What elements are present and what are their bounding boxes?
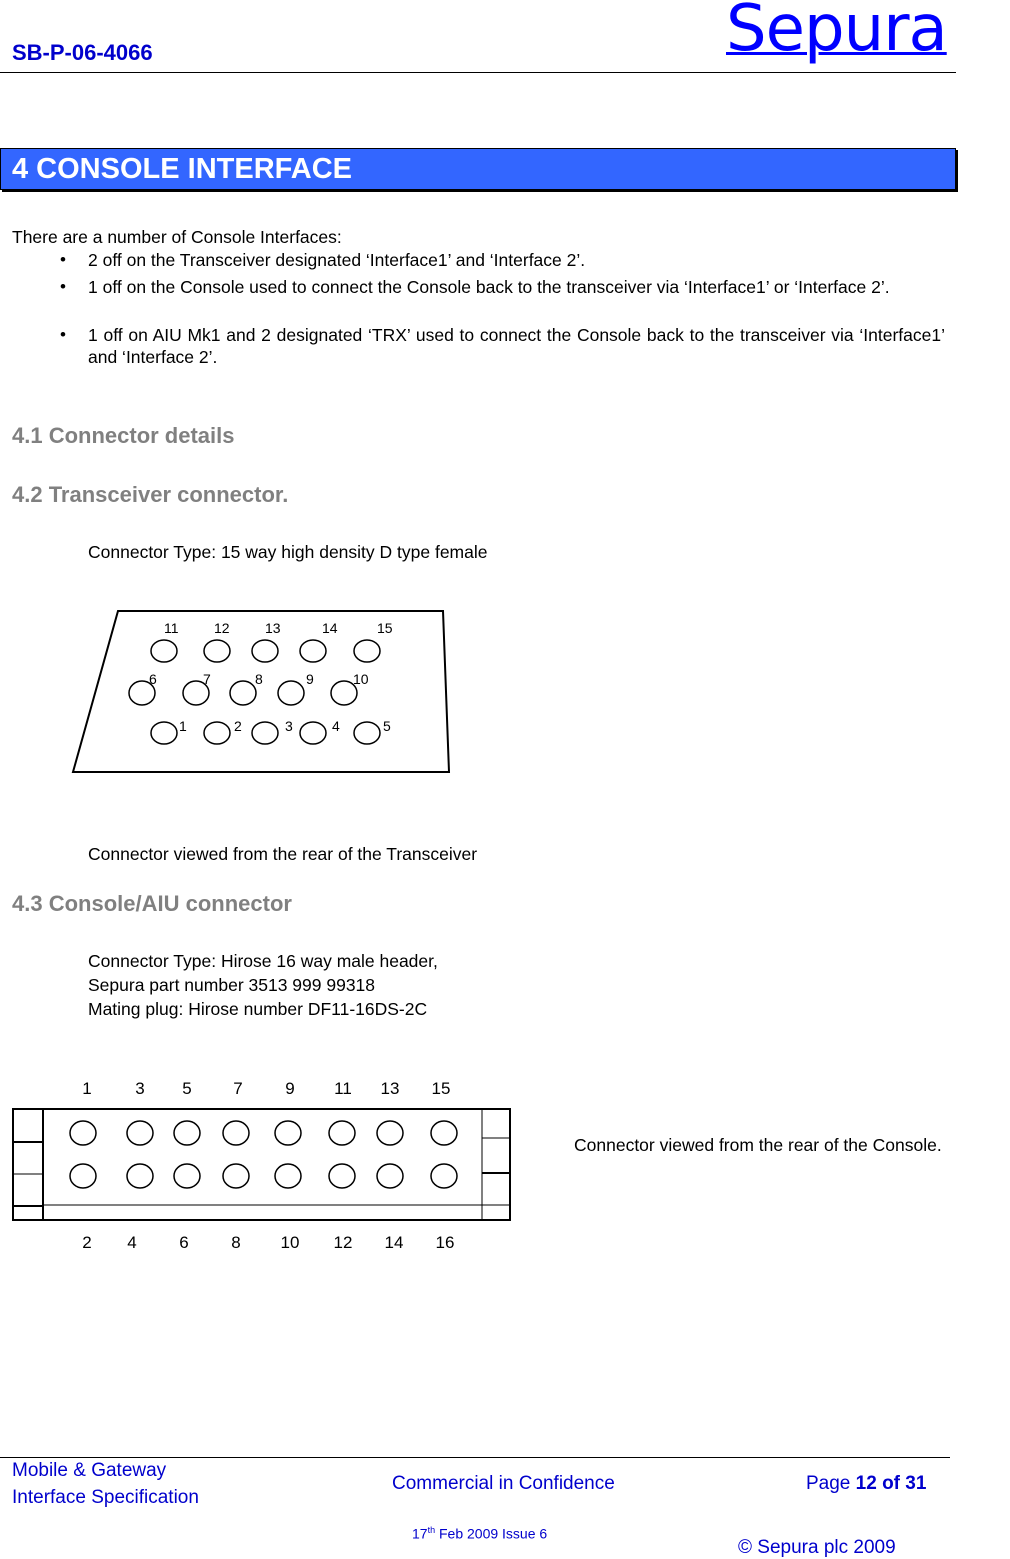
pin-hole (353, 721, 381, 745)
pin-hole (203, 639, 231, 663)
dtype-connector-diagram: 11 12 13 14 15 6 7 8 9 10 1 2 3 4 5 (71, 610, 451, 773)
pin-hole (222, 1120, 250, 1146)
pin-label: 12 (214, 620, 230, 636)
bullet-icon: • (60, 250, 66, 269)
pin-hole (126, 1163, 154, 1189)
pin-label: 9 (306, 671, 314, 687)
pin-label: 14 (322, 620, 338, 636)
footer-copyright: © Sepura plc 2009 (738, 1537, 896, 1558)
pin-label: 15 (432, 1079, 451, 1098)
pin-label: 10 (353, 671, 369, 687)
pin-hole (222, 1163, 250, 1189)
pin-hole (69, 1120, 97, 1146)
pin-label: 13 (265, 620, 281, 636)
footer-page-number: Page 12 of 31 (806, 1473, 926, 1495)
heading-4-2: 4.2 Transceiver connector. (12, 482, 289, 507)
pin-label: 4 (127, 1233, 136, 1252)
transceiver-caption: Connector viewed from the rear of the Tr… (88, 844, 478, 864)
section-title: 4 CONSOLE INTERFACE (12, 153, 352, 185)
pin-label: 5 (182, 1079, 191, 1098)
pin-hole (173, 1120, 201, 1146)
pin-label: 1 (82, 1079, 91, 1098)
pin-label: 10 (281, 1233, 300, 1252)
pin-hole (251, 721, 279, 745)
pin-label: 1 (179, 718, 187, 734)
pin-hole (274, 1163, 302, 1189)
pin-hole (150, 639, 178, 663)
pin-hole (126, 1120, 154, 1146)
pin-hole (173, 1163, 201, 1189)
bullet-icon: • (60, 325, 66, 344)
heading-4-1: 4.1 Connector details (12, 423, 235, 448)
pin-label: 13 (381, 1079, 400, 1098)
pin-hole (69, 1163, 97, 1189)
pin-label: 2 (234, 718, 242, 734)
console-part-number: Sepura part number 3513 999 99318 (88, 975, 376, 995)
document-id: SB-P-06-4066 (12, 40, 153, 65)
pin-label: 4 (332, 718, 340, 734)
console-connector-type: Connector Type: Hirose 16 way male heade… (88, 951, 438, 971)
pin-label: 3 (135, 1079, 144, 1098)
pin-hole (430, 1163, 458, 1189)
pin-label: 7 (203, 671, 211, 687)
pin-label: 9 (285, 1079, 294, 1098)
date-rest: Feb 2009 Issue 6 (435, 1525, 548, 1542)
pin-hole (376, 1163, 404, 1189)
pin-label: 7 (233, 1079, 242, 1098)
pin-label: 5 (383, 718, 391, 734)
heading-4-3: 4.3 Console/AIU connector (12, 891, 292, 916)
pin-label: 2 (82, 1233, 91, 1252)
pin-hole (229, 680, 257, 706)
pin-label: 8 (231, 1233, 240, 1252)
pin-label: 15 (377, 620, 393, 636)
pin-hole (150, 721, 178, 745)
pin-label: 6 (179, 1233, 188, 1252)
bullet-item: 1 off on AIU Mk1 and 2 designated ‘TRX’ … (88, 325, 945, 367)
page-value: 12 of 31 (855, 1473, 927, 1494)
footer-divider (0, 1457, 950, 1458)
pin-label: 11 (164, 620, 179, 636)
pin-hole (376, 1120, 404, 1146)
pin-hole (203, 721, 231, 745)
pin-hole (328, 1163, 356, 1189)
footer-issue-date: 17th Feb 2009 Issue 6 (412, 1525, 547, 1542)
bullet-item: 2 off on the Transceiver designated ‘Int… (88, 250, 586, 270)
pin-label: 6 (149, 671, 157, 687)
hirose-connector-diagram: 1 3 5 7 9 11 13 15 2 4 6 8 10 12 14 16 (12, 1079, 511, 1252)
pin-label: 16 (436, 1233, 455, 1252)
pin-hole (299, 639, 327, 663)
intro-text: There are a number of Console Interfaces… (12, 227, 342, 247)
section-banner: 4 CONSOLE INTERFACE (0, 148, 956, 190)
header-divider (0, 72, 956, 73)
pin-label: 8 (255, 671, 263, 687)
footer-confidentiality: Commercial in Confidence (392, 1473, 615, 1494)
footer-doc-title-line1: Mobile & Gateway (12, 1460, 167, 1481)
pin-hole (353, 639, 381, 663)
pin-hole (277, 680, 305, 706)
bullet-icon: • (60, 277, 66, 296)
pin-label: 14 (385, 1233, 404, 1252)
pin-hole (430, 1120, 458, 1146)
pin-label: 12 (334, 1233, 353, 1252)
sepura-logo: Sepura (726, 0, 948, 66)
console-mating-plug: Mating plug: Hirose number DF11-16DS-2C (88, 999, 428, 1019)
footer-doc-title-line2: Interface Specification (12, 1487, 199, 1508)
pin-hole (328, 1120, 356, 1146)
pin-hole (251, 639, 279, 663)
pin-label: 11 (334, 1079, 352, 1098)
pin-hole (274, 1120, 302, 1146)
bullet-item: 1 off on the Console used to connect the… (88, 277, 890, 297)
console-caption: Connector viewed from the rear of the Co… (574, 1135, 942, 1155)
page-prefix: Page (806, 1473, 856, 1494)
date-suffix: th (427, 1525, 436, 1535)
pin-label: 3 (285, 718, 293, 734)
pin-hole (299, 721, 327, 745)
date-day: 17 (412, 1525, 428, 1542)
transceiver-connector-type: Connector Type: 15 way high density D ty… (88, 542, 488, 562)
